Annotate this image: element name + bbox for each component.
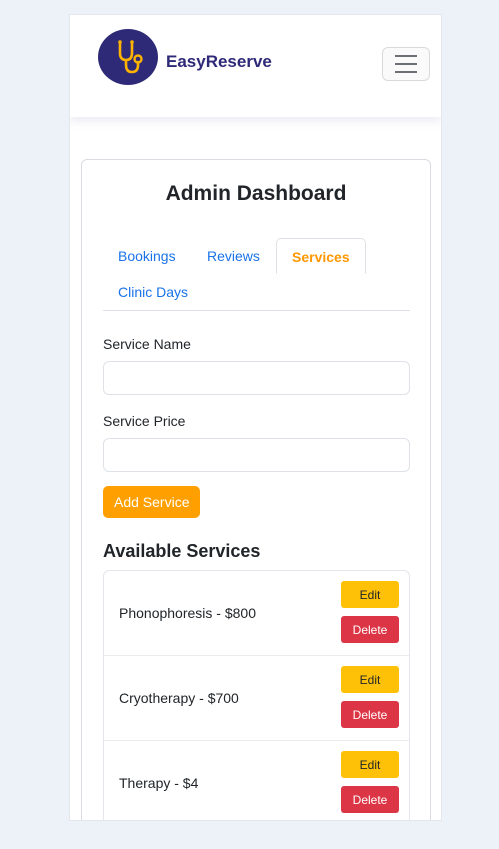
brand-name[interactable]: EasyReserve (166, 52, 272, 72)
service-name-input[interactable] (103, 361, 410, 395)
service-price-label: Service Price (103, 413, 186, 429)
service-label: Therapy - $4 (119, 775, 199, 791)
service-name-label: Service Name (103, 336, 191, 352)
tab-services[interactable]: Services (276, 238, 366, 274)
hamburger-menu-icon[interactable] (382, 47, 430, 81)
list-item: Therapy - $4 Edit Delete (104, 741, 409, 820)
available-services-heading: Available Services (103, 541, 261, 561)
edit-button[interactable]: Edit (341, 666, 399, 693)
edit-button[interactable]: Edit (341, 751, 399, 778)
delete-button[interactable]: Delete (341, 701, 399, 728)
services-list: Phonophoresis - $800 Edit Delete Cryothe… (103, 570, 410, 820)
list-item: Cryotherapy - $700 Edit Delete (104, 656, 409, 741)
delete-button[interactable]: Delete (341, 786, 399, 813)
add-service-button[interactable]: Add Service (103, 486, 201, 518)
service-price-input[interactable] (103, 438, 410, 472)
delete-button[interactable]: Delete (341, 616, 399, 643)
service-label: Cryotherapy - $700 (119, 690, 239, 706)
app-page: EasyReserve Admin Dashboard Bookings Rev… (69, 14, 442, 821)
stethoscope-icon[interactable] (98, 29, 158, 85)
dashboard-tabs: Bookings Reviews Services Clinic Days (103, 238, 410, 311)
admin-dashboard-card: Admin Dashboard Bookings Reviews Service… (81, 159, 431, 820)
tab-bookings[interactable]: Bookings (103, 238, 191, 274)
edit-button[interactable]: Edit (341, 581, 399, 608)
page-title: Admin Dashboard (165, 182, 347, 205)
service-label: Phonophoresis - $800 (119, 605, 256, 621)
tab-reviews[interactable]: Reviews (192, 238, 275, 274)
tab-clinic-days[interactable]: Clinic Days (103, 274, 203, 310)
list-item: Phonophoresis - $800 Edit Delete (104, 571, 409, 656)
navbar: EasyReserve (70, 15, 441, 117)
